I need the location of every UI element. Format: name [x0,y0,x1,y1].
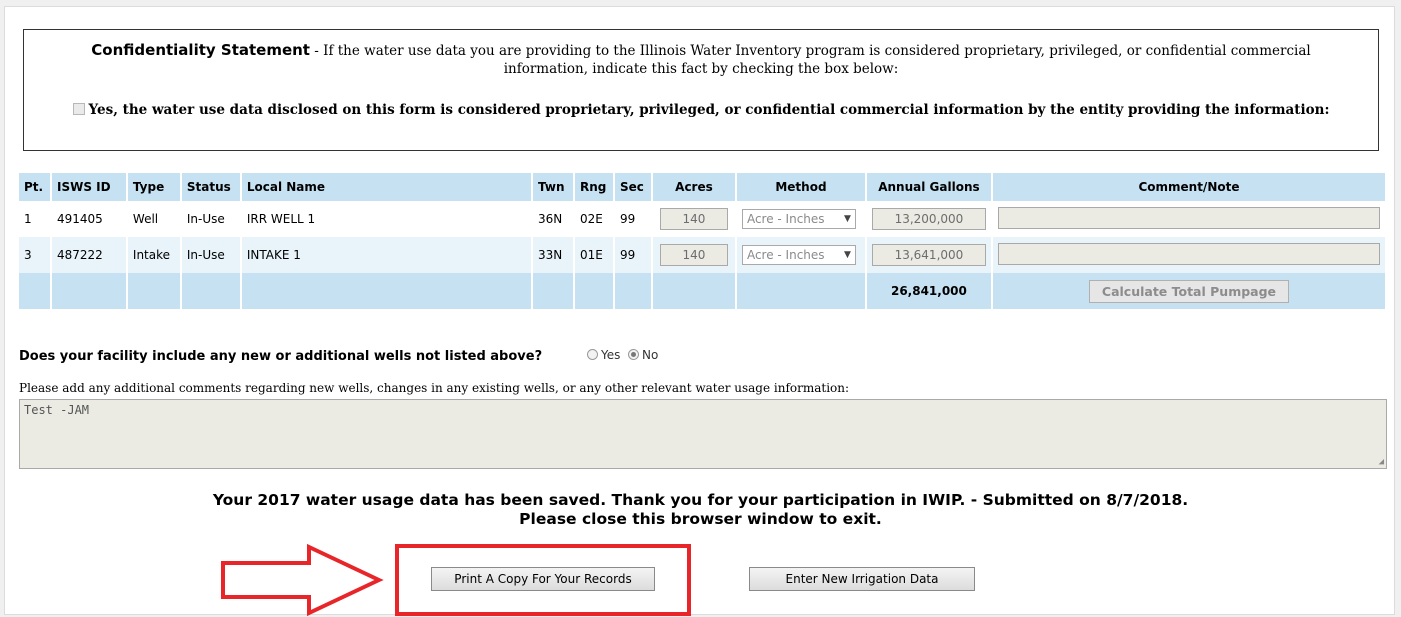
cell-local-name: INTAKE 1 [240,237,534,273]
annual-gallons-input[interactable]: 13,641,000 [871,244,986,266]
annual-gallons-input[interactable]: 13,200,000 [871,208,986,230]
chevron-down-icon: ▼ [844,250,851,260]
new-wells-radio-group: Yes No [587,348,658,362]
cell-comment [991,237,1388,273]
wells-table: Pt. ISWS ID Type Status Local Name Twn R… [19,173,1388,309]
saved-message-line1: Your 2017 water usage data has been save… [212,491,1189,509]
acres-input[interactable]: 140 [659,208,728,230]
yes-radio[interactable] [587,349,598,360]
cell-pt: 3 [19,237,52,273]
confidential-checkbox-label: Yes, the water use data disclosed on thi… [88,102,1330,118]
cell-isws-id: 491405 [50,201,128,237]
red-arrow-icon [221,543,384,617]
method-select[interactable]: Acre - Inches ▼ [741,245,856,265]
cell-rng: 01E [574,237,615,273]
chevron-down-icon: ▼ [844,214,851,224]
cell-status: In-Use [180,237,242,273]
confidential-checkbox[interactable] [72,103,85,115]
total-gallons: 26,841,000 [865,273,993,309]
enter-new-irrigation-data-button[interactable]: Enter New Irrigation Data [749,567,975,591]
form-page: Confidentiality Statement - If the water… [4,6,1396,617]
table-row: 3 487222 Intake In-Use INTAKE 1 33N 01E … [19,237,1388,273]
confidentiality-statement: Confidentiality Statement - If the water… [24,41,1378,78]
cell-sec: 99 [613,201,653,237]
calculate-total-pumpage-button[interactable]: Calculate Total Pumpage [1088,279,1290,303]
col-header-pt: Pt. [19,173,52,201]
cell-status: In-Use [180,201,242,237]
confidentiality-title: Confidentiality Statement [91,41,310,59]
comment-input[interactable] [997,206,1380,229]
saved-message-line2: Please close this browser window to exit… [519,510,882,528]
cell-calc-button: Calculate Total Pumpage [991,273,1388,309]
col-header-rng: Rng [574,173,615,201]
col-header-local-name: Local Name [240,173,534,201]
additional-comments-value: Test -JAM [24,403,90,417]
new-wells-question: Does your facility include any new or ad… [19,349,543,364]
col-header-acres: Acres [651,173,737,201]
cell-isws-id: 487222 [50,237,128,273]
comment-input[interactable] [997,242,1380,265]
col-header-twn: Twn [532,173,575,201]
confidentiality-box: Confidentiality Statement - If the water… [23,29,1379,151]
method-select-value: Acre - Inches [746,248,825,262]
col-header-type: Type [126,173,182,201]
col-header-status: Status [180,173,242,201]
method-select[interactable]: Acre - Inches ▼ [741,209,856,229]
additional-comments-textarea[interactable]: Test -JAM ◢ [19,399,1387,469]
cell-pt: 1 [19,201,52,237]
saved-message: Your 2017 water usage data has been save… [5,491,1396,529]
cell-gallons: 13,200,000 [865,201,993,237]
confidential-checkbox-row[interactable]: Yes, the water use data disclosed on thi… [24,102,1378,118]
confidentiality-text: - If the water use data you are providin… [309,43,1311,77]
resize-handle-icon[interactable]: ◢ [1379,457,1384,467]
cell-method: Acre - Inches ▼ [735,201,867,237]
col-header-isws-id: ISWS ID [50,173,128,201]
cell-type: Intake [126,237,182,273]
cell-acres: 140 [651,201,737,237]
cell-sec: 99 [613,237,653,273]
acres-input[interactable]: 140 [659,244,728,266]
col-header-sec: Sec [613,173,653,201]
cell-twn: 33N [532,237,575,273]
cell-acres: 140 [651,237,737,273]
no-radio-label: No [642,348,659,362]
cell-comment [991,201,1388,237]
cell-type: Well [126,201,182,237]
print-copy-button[interactable]: Print A Copy For Your Records [431,567,655,591]
no-radio[interactable] [628,349,640,360]
cell-method: Acre - Inches ▼ [735,237,867,273]
table-row: 1 491405 Well In-Use IRR WELL 1 36N 02E … [19,201,1388,237]
total-row: 26,841,000 Calculate Total Pumpage [19,273,1388,309]
cell-local-name: IRR WELL 1 [240,201,534,237]
col-header-annual-gallons: Annual Gallons [865,173,993,201]
cell-rng: 02E [574,201,615,237]
additional-comments-label: Please add any additional comments regar… [19,381,850,395]
yes-radio-label: Yes [601,348,621,362]
cell-gallons: 13,641,000 [865,237,993,273]
table-header-row: Pt. ISWS ID Type Status Local Name Twn R… [19,173,1388,201]
cell-twn: 36N [532,201,575,237]
col-header-method: Method [735,173,867,201]
method-select-value: Acre - Inches [746,212,825,226]
col-header-comment: Comment/Note [991,173,1388,201]
